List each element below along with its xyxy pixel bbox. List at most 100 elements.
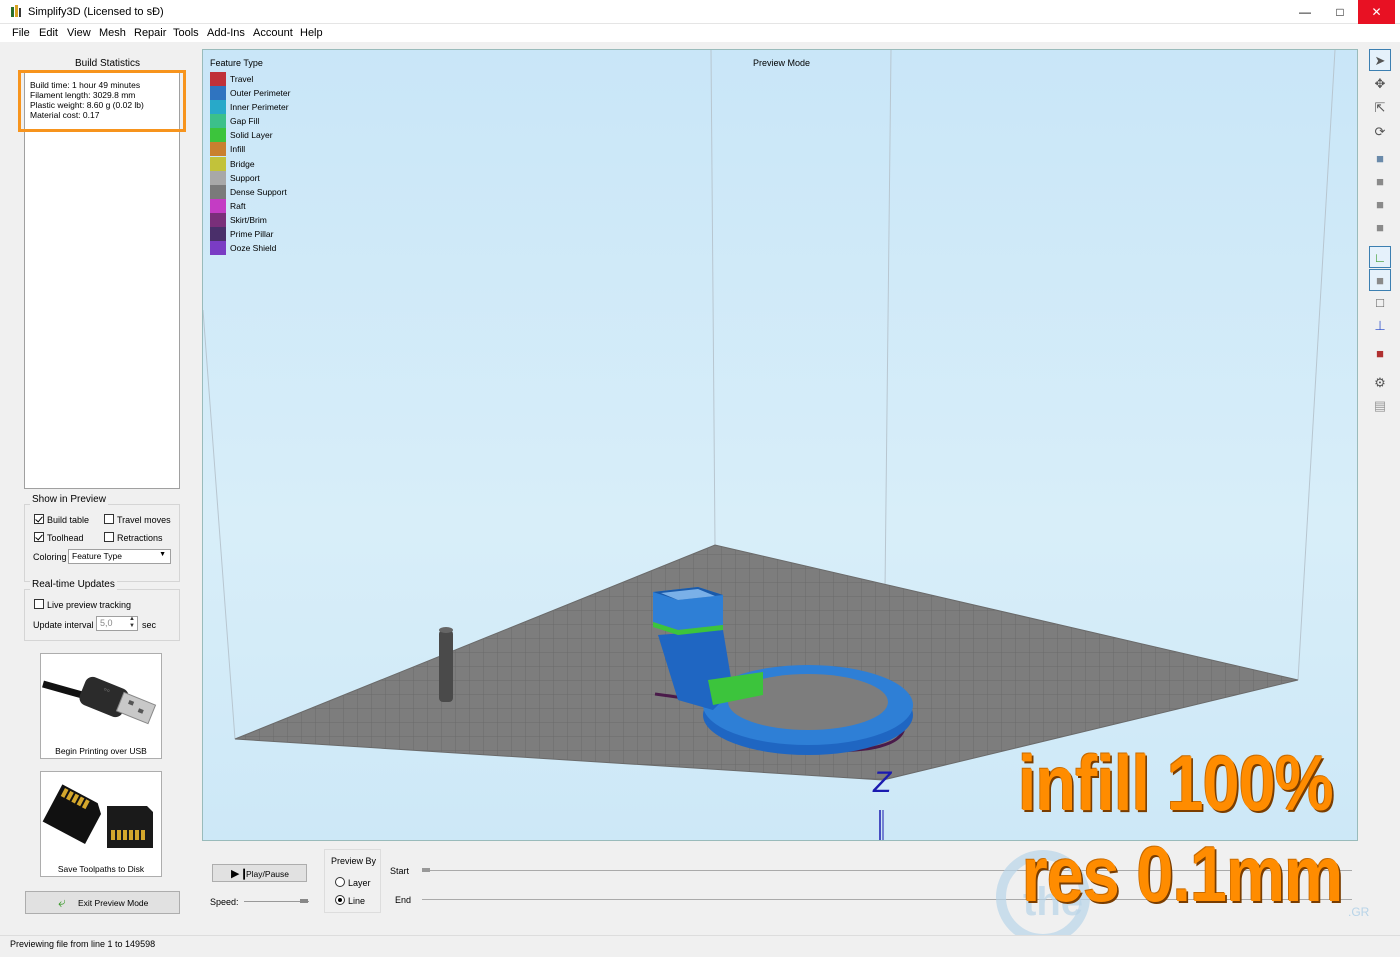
axes-toggle-icon[interactable]: ∟	[1369, 246, 1391, 268]
front-view-icon[interactable]: ■	[1369, 171, 1391, 193]
retractions-checkbox[interactable]	[104, 532, 114, 542]
legend-label: Support	[230, 172, 260, 183]
settings-gear-icon[interactable]: ⚙	[1369, 372, 1391, 394]
legend-swatch	[210, 184, 226, 199]
toolhead-checkbox[interactable]	[34, 532, 44, 542]
top-view-icon[interactable]: ■	[1369, 194, 1391, 216]
save-toolpaths-disk-label: Save Toolpaths to Disk	[57, 864, 145, 874]
realtime-updates-title: Real-time Updates	[30, 579, 117, 590]
status-text: Previewing file from line 1 to 149598	[10, 939, 156, 949]
spinner-arrows-icon: ▲ ▼	[129, 616, 135, 629]
title-bar: Simplify3D (Licensed to sƉ) — □ ✕	[0, 0, 1400, 24]
menu-edit[interactable]: Edit	[39, 27, 58, 39]
legend-label: Outer Perimeter	[230, 88, 291, 99]
build-statistics-title: Build Statistics	[75, 58, 141, 69]
isometric-view-icon[interactable]: ■	[1369, 148, 1391, 170]
begin-printing-usb-label: Begin Printing over USB	[55, 746, 147, 756]
menu-mesh[interactable]: Mesh	[99, 27, 126, 39]
coloring-select[interactable]: Feature Type ▼	[68, 549, 171, 564]
build-table-checkbox[interactable]	[34, 514, 44, 524]
select-tool-icon[interactable]: ➤	[1369, 49, 1391, 71]
legend-item: Raft	[210, 198, 263, 213]
legend-label: Ooze Shield	[230, 243, 277, 254]
save-toolpaths-disk-button[interactable]: Save Toolpaths to Disk	[40, 771, 162, 877]
status-bar: Previewing file from line 1 to 149598	[0, 935, 1400, 957]
line-radio[interactable]	[335, 895, 345, 905]
exit-preview-mode-button[interactable]: ⤶ Exit Preview Mode	[25, 891, 180, 914]
update-interval-unit: sec	[142, 620, 157, 630]
minimize-button[interactable]: —	[1288, 0, 1322, 24]
layer-radio[interactable]	[335, 877, 345, 887]
exit-preview-mode-label: Exit Preview Mode	[78, 898, 149, 908]
coloring-value: Feature Type	[72, 551, 122, 561]
live-tracking-checkbox[interactable]	[34, 599, 44, 609]
support-tool-icon[interactable]: ▤	[1369, 395, 1391, 417]
z-axis-label: Z	[873, 766, 892, 799]
update-interval-spinner[interactable]: 5,0 ▲ ▼	[96, 616, 138, 631]
coloring-label: Coloring	[33, 552, 67, 562]
menu-account[interactable]: Account	[253, 27, 293, 39]
update-interval-value: 5,0	[100, 618, 113, 628]
menu-add-ins[interactable]: Add-Ins	[207, 27, 245, 39]
build-table-label: Build table	[47, 515, 90, 525]
stat-material-cost: Material cost: 0.17	[30, 110, 100, 120]
left-panel: Build Statistics Build time: 1 hour 49 m…	[18, 52, 186, 922]
legend-item: Ooze Shield	[210, 241, 276, 256]
wireframe-view-icon[interactable]: □	[1369, 292, 1391, 314]
menu-tools[interactable]: Tools	[173, 27, 199, 39]
legend-item: Infill	[210, 142, 263, 157]
app-logo-icon	[11, 5, 21, 17]
usb-cable-image: ⚯	[41, 654, 161, 746]
watermark-gr-text: .GR	[1348, 905, 1370, 919]
speed-label: Speed:	[210, 897, 239, 907]
legend-swatch	[210, 142, 226, 157]
menu-repair[interactable]: Repair	[134, 27, 166, 39]
retractions-label: Retractions	[117, 533, 163, 543]
legend-item: Gap Fill	[210, 114, 263, 129]
live-tracking-label: Live preview tracking	[47, 600, 132, 610]
begin-printing-usb-button[interactable]: ⚯ Begin Printing over USB	[40, 653, 162, 759]
legend-swatch	[210, 241, 226, 256]
scale-tool-icon[interactable]: ⇱	[1369, 97, 1391, 119]
toolhead-label: Toolhead	[47, 533, 84, 543]
close-button[interactable]: ✕	[1358, 0, 1395, 24]
overlay-resolution-text: res 0.1mm	[1022, 830, 1343, 918]
rotate-tool-icon[interactable]: ⟳	[1369, 121, 1391, 143]
legend-swatch	[210, 227, 226, 242]
maximize-button[interactable]: □	[1323, 0, 1357, 24]
legend-label: Gap Fill	[230, 116, 260, 127]
legend-item: Travel	[210, 72, 263, 86]
line-radio-label: Line	[348, 896, 366, 906]
legend-swatch	[210, 86, 226, 101]
preview-by-title: Preview By	[331, 856, 377, 866]
legend-swatch	[210, 198, 226, 213]
update-interval-label: Update interval	[33, 620, 94, 630]
legend-swatch	[210, 114, 226, 129]
play-pause-label: Play/Pause	[246, 869, 289, 879]
legend-label: Travel	[230, 74, 254, 84]
play-pause-button[interactable]: ▶❙ Play/Pause	[212, 864, 307, 882]
legend-item: Dense Support	[210, 184, 287, 199]
solid-view-icon[interactable]: ■	[1369, 269, 1391, 291]
window-title: Simplify3D (Licensed to sƉ)	[28, 6, 164, 18]
legend-swatch	[210, 212, 226, 227]
right-scrollbar[interactable]	[1395, 45, 1400, 935]
legend-swatch	[210, 170, 226, 185]
travel-moves-checkbox[interactable]	[104, 514, 114, 524]
legend-label: Solid Layer	[230, 130, 273, 141]
chevron-down-icon: ▼	[159, 551, 166, 558]
feature-type-legend: Feature Type Travel Outer Perimeter Inner …	[210, 58, 290, 256]
speed-slider-handle[interactable]	[300, 899, 308, 903]
menu-file[interactable]: File	[12, 27, 30, 39]
3d-viewport[interactable]: Z Preview Mode Feature Type Travel Outer …	[202, 49, 1358, 841]
side-view-icon[interactable]: ■	[1369, 217, 1391, 239]
preview-mode-label: Preview Mode	[753, 58, 811, 68]
normals-icon[interactable]: ⊥	[1369, 315, 1391, 337]
sd-card-image	[41, 772, 161, 864]
cross-section-icon[interactable]: ■	[1369, 343, 1391, 365]
menu-view[interactable]: View	[67, 27, 91, 39]
legend-item: Support	[210, 170, 263, 185]
start-slider-handle[interactable]	[422, 868, 430, 872]
move-tool-icon[interactable]: ✥	[1369, 73, 1391, 95]
menu-help[interactable]: Help	[300, 27, 323, 39]
